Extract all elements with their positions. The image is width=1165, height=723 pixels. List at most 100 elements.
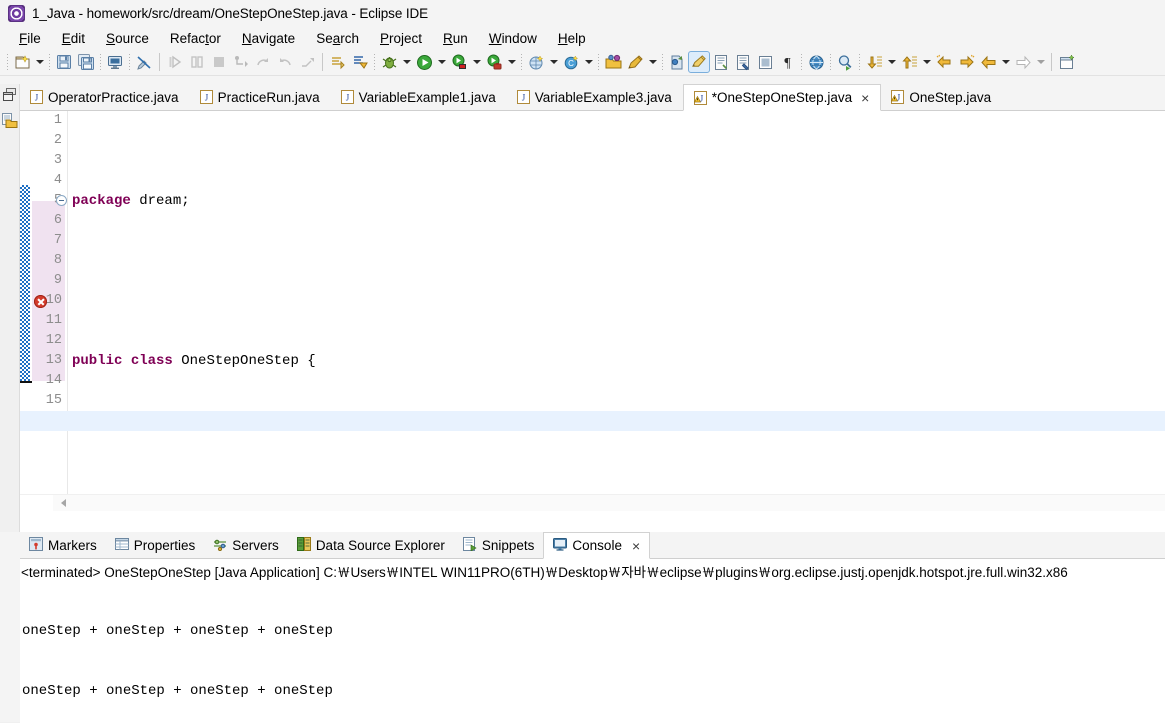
next-edit-icon[interactable]: [863, 51, 885, 73]
step-return-icon: [274, 51, 296, 73]
editor-tab-operatorpractice[interactable]: J OperatorPractice.java: [20, 84, 190, 110]
search-icon[interactable]: [834, 51, 856, 73]
menu-source[interactable]: Source: [96, 30, 160, 47]
debug-icon[interactable]: [378, 51, 400, 73]
bottom-tab-servers[interactable]: Servers: [204, 532, 288, 558]
save-icon[interactable]: [53, 51, 75, 73]
next-annotation-icon[interactable]: [327, 51, 349, 73]
bottom-tab-data-source-explorer[interactable]: Data Source Explorer: [288, 532, 454, 558]
error-marker-icon[interactable]: [34, 295, 47, 308]
new-dropdown-arrow[interactable]: [33, 51, 46, 73]
menu-refactor[interactable]: Refactor: [160, 30, 232, 47]
restore-view-icon[interactable]: [2, 88, 17, 105]
java-project-dropdown-arrow[interactable]: [547, 51, 560, 73]
package-explorer-icon[interactable]: [1, 113, 18, 132]
run-dropdown-arrow[interactable]: [435, 51, 448, 73]
new-class-dropdown-arrow[interactable]: [582, 51, 595, 73]
line-number: 6: [53, 213, 62, 228]
web-browser-icon[interactable]: [805, 51, 827, 73]
line-number: 3: [53, 153, 62, 168]
bottom-tab-markers[interactable]: Markers: [20, 532, 106, 558]
forward-history-icon[interactable]: [955, 51, 977, 73]
toolbar-separator: [859, 53, 860, 71]
new-package-icon[interactable]: [602, 51, 624, 73]
bottom-tab-bar: Markers Properties Servers Data Source E…: [20, 532, 1165, 559]
toolbar-separator: [521, 53, 522, 71]
scrollbar-left-arrow[interactable]: [58, 497, 70, 509]
open-type-icon[interactable]: [624, 51, 646, 73]
previous-edit-dropdown-arrow[interactable]: [920, 51, 933, 73]
menu-help[interactable]: Help: [548, 30, 597, 47]
line-number: 2: [53, 133, 62, 148]
new-class-icon[interactable]: C: [560, 51, 582, 73]
new-java-project-icon[interactable]: [525, 51, 547, 73]
next-edit-dropdown-arrow[interactable]: [885, 51, 898, 73]
pilcrow-icon[interactable]: ¶: [776, 51, 798, 73]
bottom-tab-properties[interactable]: Properties: [106, 532, 205, 558]
line-number: 1: [53, 113, 62, 128]
editor-tab-label: PracticeRun.java: [217, 89, 320, 105]
previous-annotation-icon[interactable]: [349, 51, 371, 73]
back-nav-dropdown-arrow[interactable]: [999, 51, 1012, 73]
editor-tab-onestep[interactable]: J OneStep.java: [881, 84, 1002, 110]
scrollbar-track[interactable]: [53, 495, 1165, 511]
previous-edit-icon[interactable]: [898, 51, 920, 73]
drop-to-frame-icon: [296, 51, 318, 73]
show-whitespace-icon[interactable]: [754, 51, 776, 73]
menu-project[interactable]: Project: [370, 30, 433, 47]
editor-tab-variableexample3[interactable]: J VariableExample3.java: [507, 84, 683, 110]
run-as-external-icon[interactable]: [448, 51, 470, 73]
menu-navigate[interactable]: Navigate: [232, 30, 306, 47]
java-perspective-icon[interactable]: [688, 51, 710, 73]
bottom-tab-console[interactable]: Console ×: [543, 532, 651, 559]
coverage-icon[interactable]: [483, 51, 505, 73]
toggle-mark-occurrences-icon[interactable]: [133, 51, 155, 73]
editor-horizontal-scrollbar[interactable]: [20, 494, 1165, 511]
back-nav-icon[interactable]: [977, 51, 999, 73]
menu-file[interactable]: File: [9, 30, 52, 47]
coverage-dropdown-arrow[interactable]: [505, 51, 518, 73]
editor-tab-label: *OneStepOneStep.java: [711, 90, 853, 105]
bottom-tab-snippets[interactable]: Snippets: [454, 532, 544, 558]
menu-window[interactable]: Window: [479, 30, 548, 47]
package-dropdown-arrow[interactable]: [646, 51, 659, 73]
run-icon[interactable]: [413, 51, 435, 73]
java-ee-icon[interactable]: [710, 51, 732, 73]
menu-edit[interactable]: Edit: [52, 30, 96, 47]
debug-dropdown-arrow[interactable]: [400, 51, 413, 73]
console-output[interactable]: oneStep + oneStep + oneStep + oneStep on…: [20, 581, 1165, 723]
open-task-icon[interactable]: [732, 51, 754, 73]
save-all-icon[interactable]: [75, 51, 97, 73]
menu-search[interactable]: Search: [306, 30, 370, 47]
new-window-icon[interactable]: [1056, 51, 1078, 73]
code-text[interactable]: package dream; public class OneStepOneSt…: [20, 111, 1165, 511]
new-wizard-icon[interactable]: [11, 51, 33, 73]
line-number: 13: [45, 353, 62, 368]
java-file-warning-icon: J: [693, 90, 707, 105]
bottom-tab-close-button[interactable]: ×: [632, 539, 640, 553]
menu-bar: File Edit Source Refactor Navigate Searc…: [0, 27, 1165, 49]
svg-text:C: C: [568, 59, 574, 68]
git-repo-icon[interactable]: [666, 51, 688, 73]
print-icon[interactable]: [104, 51, 126, 73]
toolbar-separator: [662, 53, 663, 71]
editor-tab-close-button[interactable]: ×: [861, 91, 869, 105]
bottom-tab-label: Data Source Explorer: [315, 537, 445, 553]
menu-run[interactable]: Run: [433, 30, 479, 47]
bottom-tab-label: Snippets: [481, 537, 535, 553]
fold-collapse-icon[interactable]: [56, 195, 67, 206]
editor-tab-onesteponestep[interactable]: J *OneStepOneStep.java ×: [682, 84, 882, 111]
external-dropdown-arrow[interactable]: [470, 51, 483, 73]
svg-text:J: J: [521, 93, 525, 103]
bottom-tab-label: Markers: [48, 537, 97, 553]
forward-nav-dropdown-arrow[interactable]: [1034, 51, 1047, 73]
editor-tab-variableexample1[interactable]: J VariableExample1.java: [331, 84, 507, 110]
servers-icon: [213, 537, 227, 554]
back-history-icon[interactable]: [933, 51, 955, 73]
editor-tab-practicerun[interactable]: J PracticeRun.java: [190, 84, 331, 110]
java-file-icon: J: [516, 90, 530, 104]
code-editor[interactable]: 1 2 3 4 5 6 7 8 9 10 11 12 13 14 15 16: [20, 111, 1165, 511]
forward-nav-icon: [1012, 51, 1034, 73]
